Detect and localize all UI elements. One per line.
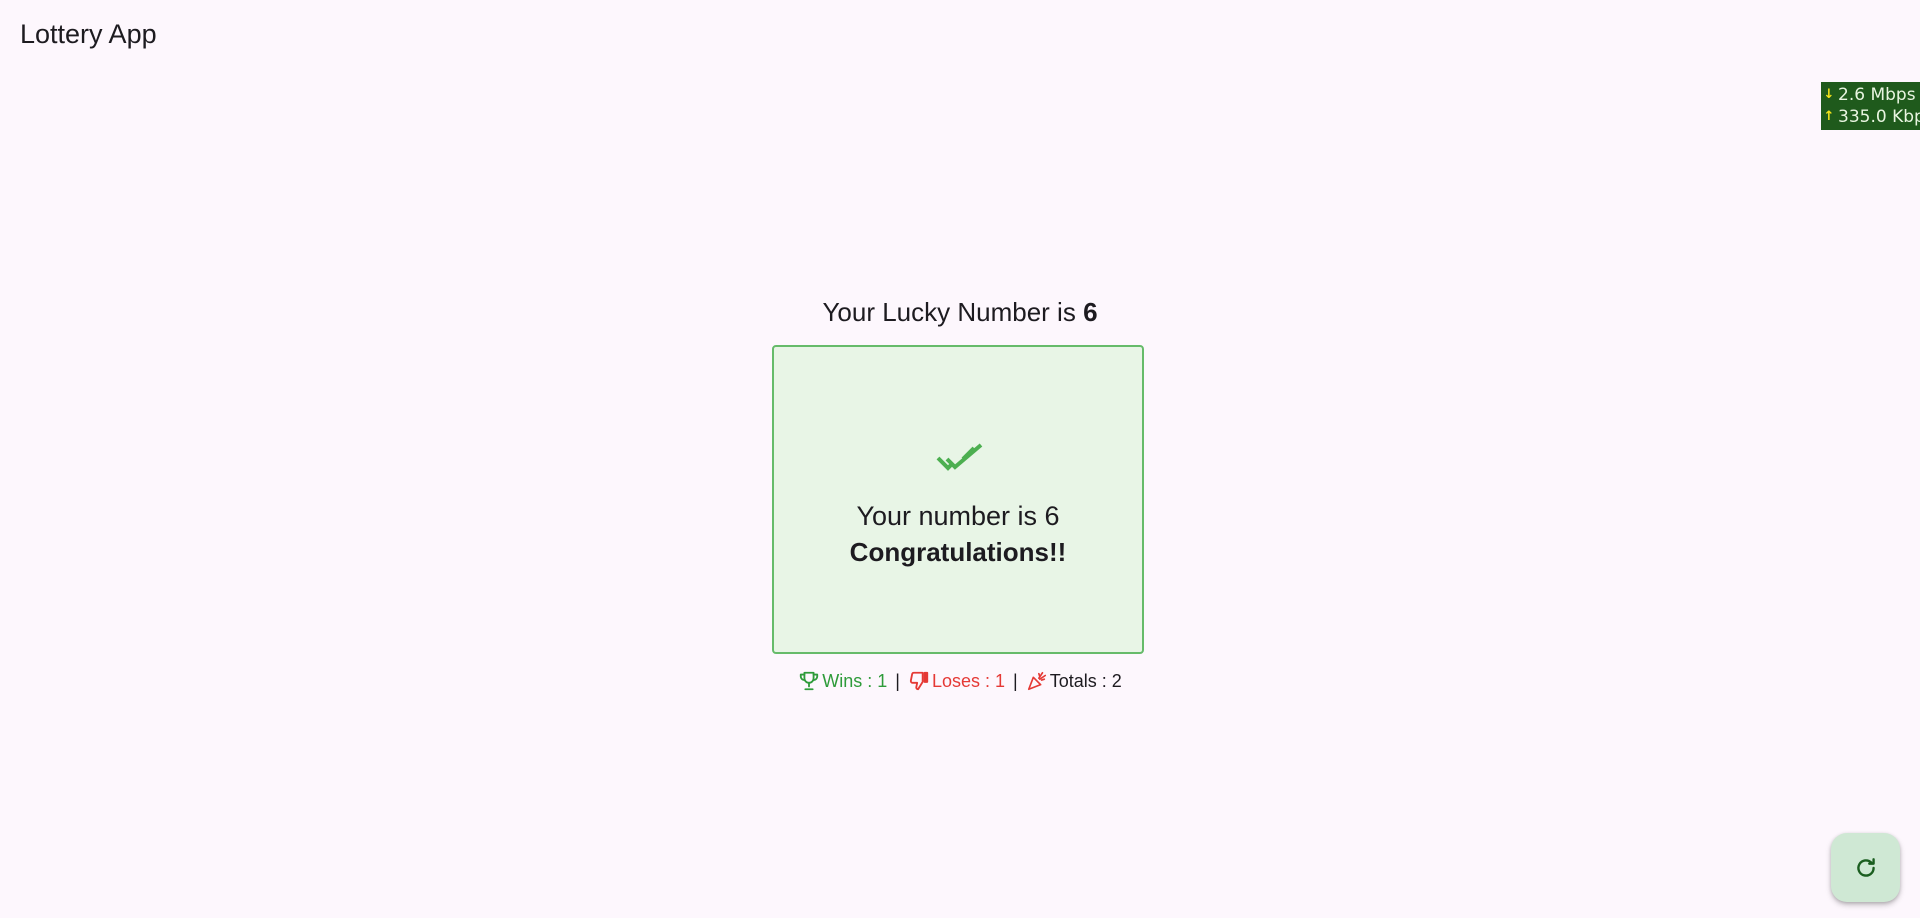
refresh-button[interactable] <box>1831 833 1900 902</box>
lucky-number-value: 6 <box>1083 297 1098 327</box>
upload-arrow-icon: ↑ <box>1823 109 1835 124</box>
app-title: Lottery App <box>20 19 157 49</box>
loses-label: Loses : 1 <box>931 671 1005 691</box>
stats-bar: Wins : 1 | Loses : 1 | Totals : 2 <box>0 668 1920 694</box>
party-popper-icon <box>1027 671 1046 691</box>
loses-stat: Loses : 1 <box>908 668 1005 694</box>
upload-speed-value: 335.0 Kbp <box>1838 107 1920 127</box>
totals-label: Totals : 2 <box>1049 671 1122 691</box>
totals-stat: Totals : 2 <box>1026 668 1122 694</box>
stats-separator: | <box>895 671 900 691</box>
result-status: Congratulations!! <box>849 537 1067 567</box>
lucky-number-heading: Your Lucky Number is 6 <box>0 294 1920 330</box>
download-speed-value: 2.6 Mbps <box>1838 85 1916 105</box>
download-speed: ↓ 2.6 Mbps <box>1823 84 1916 106</box>
app-bar: Lottery App <box>0 0 1920 70</box>
network-speed-widget: ↓ 2.6 Mbps ↑ 335.0 Kbp <box>1821 82 1920 130</box>
upload-speed: ↑ 335.0 Kbp <box>1823 106 1920 128</box>
stats-separator: | <box>1013 671 1018 691</box>
refresh-icon <box>1856 857 1875 877</box>
trophy-icon <box>800 671 819 691</box>
wins-stat: Wins : 1 <box>798 668 887 694</box>
double-check-icon <box>936 443 983 471</box>
wins-label: Wins : 1 <box>822 671 888 691</box>
result-card: Your number is 6 Congratulations!! <box>772 345 1144 654</box>
lucky-number-prefix: Your Lucky Number is <box>822 297 1084 327</box>
download-arrow-icon: ↓ <box>1823 87 1835 102</box>
thumbs-down-icon <box>909 671 929 691</box>
result-message: Your number is 6 <box>856 501 1060 531</box>
